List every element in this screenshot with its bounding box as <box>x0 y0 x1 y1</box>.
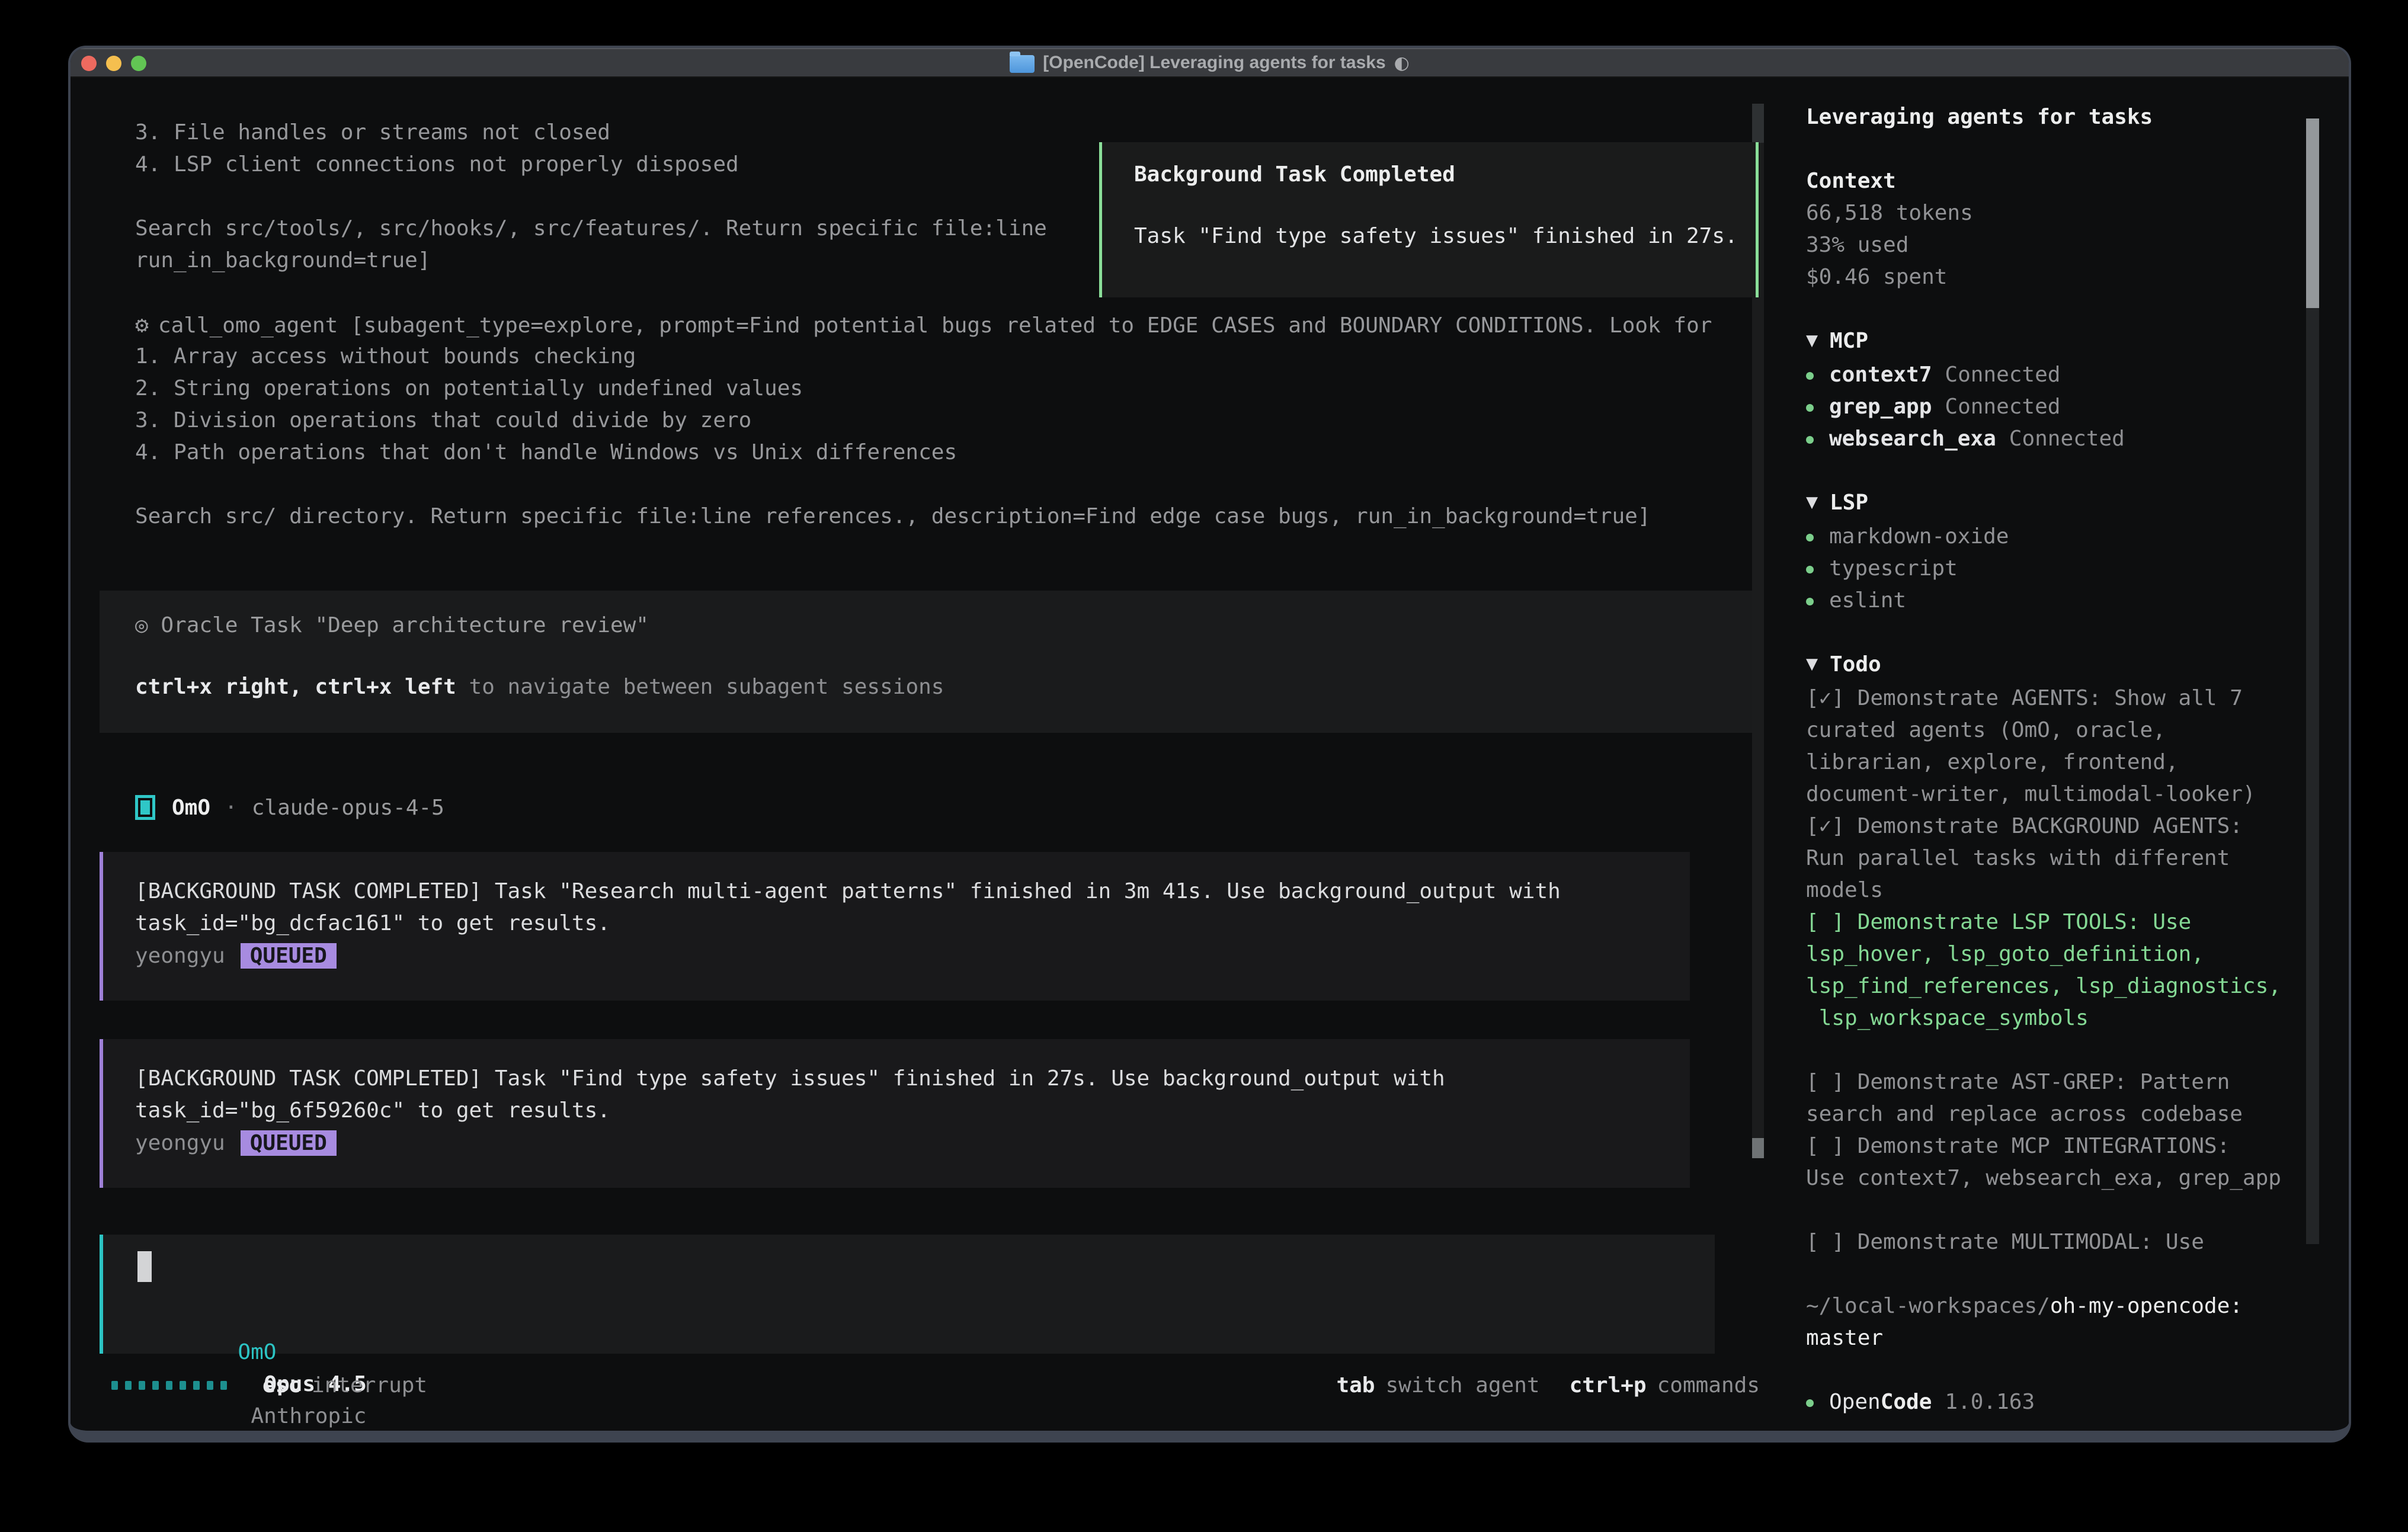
task-message-line: task_id="bg_6f59260c" to get results. <box>135 1095 1690 1127</box>
task-meta-row: yeongyu QUEUED <box>135 940 1690 972</box>
zoom-window-button[interactable] <box>131 56 146 71</box>
input-agent-name: OmO <box>238 1340 276 1364</box>
todo-item-active: [ ] Demonstrate LSP TOOLS: Use lsp_hover… <box>1806 906 2316 1034</box>
status-dot-icon <box>1806 1399 1814 1407</box>
tab-key-action: switch agent <box>1385 1373 1539 1398</box>
agent-model: claude-opus-4-5 <box>252 796 444 820</box>
collapse-triangle-icon: ▼ <box>1806 325 1818 357</box>
task-message-line: [BACKGROUND TASK COMPLETED] Task "Resear… <box>135 876 1690 908</box>
background-task-message: [BACKGROUND TASK COMPLETED] Task "Resear… <box>100 852 1690 1001</box>
status-dot-icon <box>1806 566 1814 573</box>
lsp-item: markdown-oxide <box>1806 521 2316 553</box>
window-title: [OpenCode] Leveraging agents for tasks ◐ <box>1010 53 1410 73</box>
shortcut-keys: ctrl+x right, ctrl+x left <box>135 675 456 699</box>
terminal-line: 3. Division operations that could divide… <box>135 405 1712 437</box>
todo-item-done: [✓] Demonstrate BACKGROUND AGENTS: Run p… <box>1806 810 2316 906</box>
shortcut-description: to navigate between subagent sessions <box>456 675 944 699</box>
task-user: yeongyu <box>135 944 225 968</box>
task-user: yeongyu <box>135 1131 225 1155</box>
terminal-line <box>135 469 1712 501</box>
oracle-task-title: ◎ Oracle Task "Deep architecture review" <box>135 610 1760 642</box>
context-heading: Context <box>1806 165 2316 197</box>
lsp-section-header[interactable]: ▼LSP <box>1806 487 2316 521</box>
tool-call-text: call_omo_agent [subagent_type=explore, p… <box>158 313 1712 338</box>
todo-item-pending: [ ] Demonstrate AST-GREP: Pattern search… <box>1806 1066 2316 1130</box>
main-scrollbar-segment <box>1752 104 1764 143</box>
context-used: 33% used <box>1806 229 2316 261</box>
status-badge: QUEUED <box>241 943 337 969</box>
input-model-provider: Anthropic <box>251 1404 366 1428</box>
status-bar-right: tab switch agent ctrl+p commands <box>1336 1369 1760 1401</box>
agent-session-header: OmO · claude-opus-4-5 <box>135 791 444 823</box>
session-sidebar: Leveraging agents for tasks Context 66,5… <box>1806 101 2316 1418</box>
main-scrollbar-thumb[interactable] <box>1752 1138 1764 1158</box>
tab-key-hint: tab <box>1336 1373 1375 1398</box>
task-meta-row: yeongyu QUEUED <box>135 1127 1690 1159</box>
gear-icon: ⚙ <box>135 312 149 338</box>
collapse-triangle-icon: ▼ <box>1806 648 1818 680</box>
app-window: [OpenCode] Leveraging agents for tasks ◐… <box>68 46 2351 1443</box>
todo-section-header[interactable]: ▼Todo <box>1806 649 2316 682</box>
terminal-line: 2. String operations on potentially unde… <box>135 373 1712 405</box>
minimize-window-button[interactable] <box>106 56 121 71</box>
todo-item-done: [✓] Demonstrate AGENTS: Show all 7 curat… <box>1806 682 2316 810</box>
background-task-toast[interactable]: Background Task Completed Task "Find typ… <box>1099 142 1759 297</box>
mcp-item: grep_appConnected <box>1806 391 2316 423</box>
prompt-input[interactable]: OmO Opus 4.5 Anthropic <box>100 1235 1715 1354</box>
terminal-content: 3. File handles or streams not closed 4.… <box>71 78 2349 1431</box>
busy-spinner-dots <box>111 1381 227 1390</box>
esc-key-hint: esc <box>262 1373 301 1398</box>
session-title: Leveraging agents for tasks <box>1806 101 2316 133</box>
terminal-line: Search src/ directory. Return specific f… <box>135 501 1712 533</box>
toast-title: Background Task Completed <box>1134 159 1756 191</box>
ctrlp-key-action: commands <box>1657 1373 1760 1398</box>
status-dot-icon <box>1806 534 1814 541</box>
background-task-message: [BACKGROUND TASK COMPLETED] Task "Find t… <box>100 1039 1690 1188</box>
subagent-navigation-hint: ctrl+x right, ctrl+x left to navigate be… <box>135 671 1760 703</box>
status-dot-icon <box>1806 598 1814 605</box>
status-dot-icon <box>1806 436 1814 444</box>
oracle-icon: ◎ <box>135 613 148 637</box>
mcp-item: context7Connected <box>1806 359 2316 391</box>
context-tokens: 66,518 tokens <box>1806 197 2316 229</box>
task-message-line: [BACKGROUND TASK COMPLETED] Task "Find t… <box>135 1063 1690 1095</box>
status-dot-icon <box>1806 404 1814 412</box>
session-progress-icon: ◐ <box>1394 53 1410 73</box>
terminal-line: 4. Path operations that don't handle Win… <box>135 437 1712 469</box>
agent-square-icon <box>135 795 155 820</box>
todo-item-pending: [ ] Demonstrate MULTIMODAL: Use <box>1806 1226 2316 1258</box>
agent-name: OmO <box>172 796 210 820</box>
mcp-item: websearch_exaConnected <box>1806 423 2316 455</box>
oracle-task-panel: ◎ Oracle Task "Deep architecture review"… <box>100 591 1760 733</box>
esc-key-action: interrupt <box>312 1373 427 1398</box>
ctrlp-key-hint: ctrl+p <box>1570 1373 1647 1398</box>
toast-body: Task "Find type safety issues" finished … <box>1134 220 1756 252</box>
task-message-line: task_id="bg_dcfac161" to get results. <box>135 908 1690 940</box>
version-row: OpenCode1.0.163 <box>1806 1386 2316 1418</box>
status-badge: QUEUED <box>241 1130 337 1156</box>
context-spent: $0.46 spent <box>1806 261 2316 293</box>
sidebar-scrollbar-track[interactable] <box>2306 308 2319 1244</box>
workspace-path: ~/local-workspaces/oh-my-opencode:master <box>1806 1290 2316 1354</box>
separator-dot: · <box>225 796 238 820</box>
lsp-item: eslint <box>1806 585 2316 617</box>
tool-call-line: ⚙ call_omo_agent [subagent_type=explore, … <box>135 309 1712 341</box>
terminal-line: 1. Array access without bounds checking <box>135 341 1712 373</box>
traffic-lights <box>81 56 146 71</box>
text-cursor <box>137 1251 152 1282</box>
mcp-section-header[interactable]: ▼MCP <box>1806 325 2316 359</box>
model-info-row: OmO Opus 4.5 Anthropic <box>135 1305 367 1337</box>
collapse-triangle-icon: ▼ <box>1806 486 1818 518</box>
title-bar: [OpenCode] Leveraging agents for tasks ◐ <box>71 48 2349 78</box>
todo-item-pending: [ ] Demonstrate MCP INTEGRATIONS: Use co… <box>1806 1130 2316 1194</box>
window-title-text: [OpenCode] Leveraging agents for tasks <box>1043 53 1385 73</box>
close-window-button[interactable] <box>81 56 97 71</box>
status-bar-left: esc interrupt <box>111 1369 427 1401</box>
lsp-item: typescript <box>1806 553 2316 585</box>
status-dot-icon <box>1806 372 1814 380</box>
sidebar-scrollbar-thumb[interactable] <box>2306 118 2319 308</box>
folder-icon <box>1010 55 1035 73</box>
